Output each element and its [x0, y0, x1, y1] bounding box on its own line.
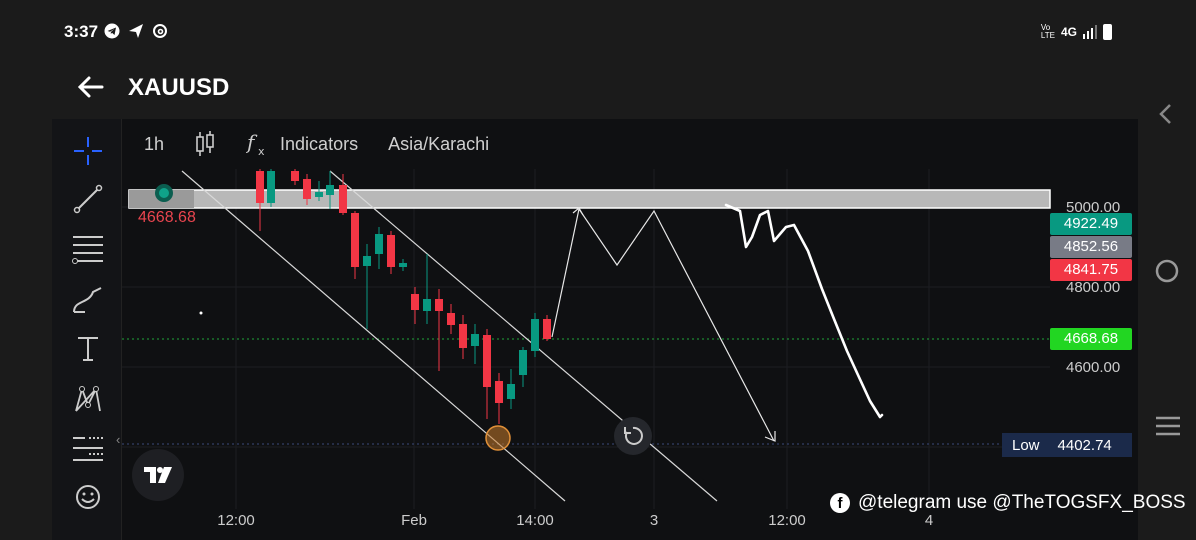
- brush-stroke: [724, 203, 884, 419]
- time-tick: 12:00: [768, 512, 806, 529]
- emoji-tool[interactable]: [70, 479, 106, 515]
- brush-tool[interactable]: [70, 283, 106, 319]
- pattern-tool[interactable]: [70, 381, 106, 417]
- crosshair-tool[interactable]: [70, 133, 106, 169]
- low-value: 4402.74: [1057, 436, 1112, 454]
- svg-text:x: x: [258, 145, 265, 157]
- chart-type-button[interactable]: [194, 131, 216, 157]
- pattern-icon: [75, 386, 101, 412]
- indicators-label: Indicators: [280, 133, 359, 154]
- fx-icon: fx: [246, 131, 265, 157]
- toolbar-collapse-icon[interactable]: ‹: [116, 432, 120, 447]
- chart-canvas[interactable]: [52, 119, 1138, 540]
- status-icons: [104, 23, 168, 39]
- tv-logo-icon: [144, 467, 172, 483]
- network-label: 4G: [1060, 25, 1077, 39]
- forecast-icon: [73, 437, 103, 461]
- price-box-current: 4668.68: [1050, 328, 1132, 350]
- text-tool[interactable]: [70, 331, 106, 367]
- battery-icon: [1103, 24, 1112, 40]
- indicators-button[interactable]: fx Indicators: [246, 131, 358, 157]
- back-arrow-icon[interactable]: [76, 72, 106, 102]
- trendline-icon: [73, 184, 103, 214]
- smiley-icon: [76, 485, 100, 509]
- time-tick: 14:00: [516, 512, 554, 529]
- status-time: 3:37: [64, 22, 99, 41]
- price-box-low: 4841.75: [1050, 259, 1132, 281]
- nav-back-icon[interactable]: [1156, 102, 1176, 126]
- chart-topbar: 1h fx Indicators Asia/Karachi: [122, 119, 1138, 169]
- app-header: XAUUSD: [0, 64, 1196, 118]
- last-price-label: 4668.68: [138, 209, 196, 226]
- time-tick: 12:00: [217, 512, 255, 529]
- reset-icon: [624, 426, 643, 445]
- telegram-icon: [104, 23, 120, 39]
- reset-chart-button[interactable]: [614, 417, 652, 455]
- time-tick: 3: [649, 512, 659, 529]
- fib-lines-icon: [72, 236, 103, 264]
- zone-handle: [155, 184, 173, 202]
- interval-button[interactable]: 1h: [144, 134, 164, 155]
- signal-icon: [1083, 25, 1097, 39]
- projection-path: [551, 207, 775, 442]
- crosshair-icon: [74, 137, 102, 165]
- status-bar: 3:37 Vo LTE 4G: [0, 0, 1196, 64]
- trendline-tool[interactable]: [70, 181, 106, 217]
- drawing-toolbar: ‹: [52, 119, 122, 540]
- watermark: f @telegram use @TheTOGSFX_BOSS: [830, 492, 1186, 514]
- price-box-high: 4922.49: [1050, 213, 1132, 235]
- tradingview-logo[interactable]: [132, 449, 184, 501]
- low-marker: [485, 425, 511, 451]
- time-tick: Feb: [401, 512, 427, 529]
- volte-icon: Vo LTE: [1040, 23, 1055, 40]
- svg-text:f: f: [246, 131, 258, 154]
- low-label: Low: [1012, 436, 1040, 454]
- text-icon: [78, 337, 98, 361]
- time-tick: 4: [924, 512, 934, 529]
- timezone-button[interactable]: Asia/Karachi: [388, 134, 489, 155]
- page-title: XAUUSD: [128, 74, 230, 101]
- send-icon: [129, 24, 143, 38]
- forecast-tool[interactable]: [70, 431, 106, 467]
- nav-home-icon[interactable]: [1155, 259, 1179, 283]
- price-box-mid: 4852.56: [1050, 236, 1132, 258]
- facebook-icon: f: [830, 493, 850, 513]
- low-label-box: Low 4402.74: [1002, 433, 1132, 457]
- status-right: Vo LTE 4G: [1041, 24, 1112, 40]
- nav-recents-icon[interactable]: [1155, 415, 1181, 437]
- timezone-label: Asia/Karachi: [388, 133, 490, 154]
- brush-icon: [73, 287, 102, 313]
- price-tick: 4800.00: [1066, 279, 1121, 296]
- chart-panel: ‹ 1h fx Indicators Asia/Karachi 4668.68 …: [52, 119, 1138, 540]
- app-screen: 3:37 Vo LTE 4G XAUUSD ‹ 1h f x Indicator…: [0, 0, 1196, 540]
- threads-icon: [153, 24, 167, 38]
- fib-tool[interactable]: [70, 231, 106, 267]
- interval-label: 1h: [144, 133, 165, 154]
- candles-icon: [196, 131, 214, 156]
- watermark-text: @telegram use @TheTOGSFX_BOSS: [858, 492, 1186, 513]
- price-tick: 4600.00: [1066, 359, 1121, 376]
